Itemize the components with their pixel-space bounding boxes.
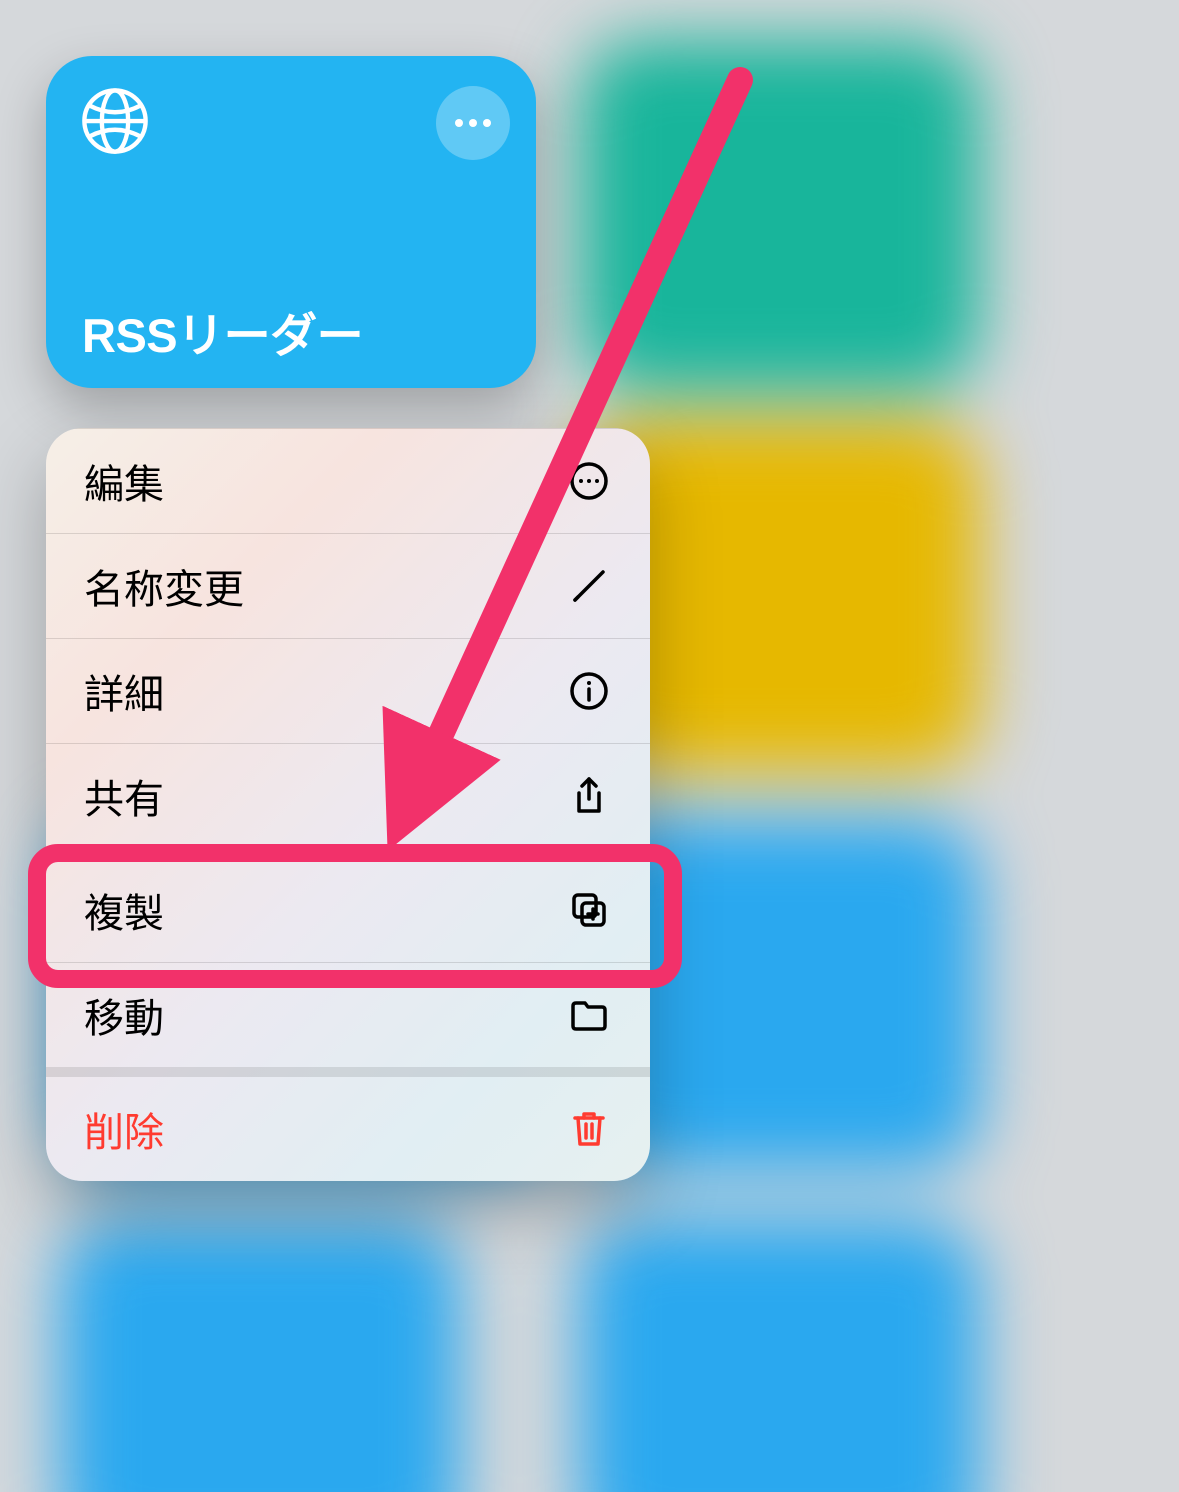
menu-item-move[interactable]: 移動 [46, 962, 650, 1067]
folder-icon [566, 992, 612, 1038]
menu-item-rename[interactable]: 名称変更 [46, 533, 650, 638]
globe-icon [80, 86, 150, 156]
menu-item-label: 編集 [84, 452, 566, 510]
pencil-icon [566, 563, 612, 609]
menu-item-delete[interactable]: 削除 [46, 1067, 650, 1181]
bg-tile [60, 1220, 460, 1492]
bg-tile [580, 40, 980, 390]
info-icon [566, 668, 612, 714]
menu-item-details[interactable]: 詳細 [46, 638, 650, 743]
menu-item-label: 移動 [84, 986, 566, 1044]
menu-item-label: 名称変更 [84, 557, 566, 615]
duplicate-icon [566, 887, 612, 933]
shortcut-title: RSSリーダー [82, 297, 506, 366]
menu-item-share[interactable]: 共有 [46, 743, 650, 848]
menu-item-duplicate[interactable]: 複製 [46, 848, 650, 962]
menu-item-label: 詳細 [84, 662, 566, 720]
menu-item-label: 複製 [84, 881, 566, 939]
context-menu: 編集 名称変更 詳細 共有 複製 移動 削除 [46, 428, 650, 1181]
shortcut-card[interactable]: RSSリーダー [46, 56, 536, 388]
trash-icon [566, 1106, 612, 1152]
share-icon [566, 773, 612, 819]
menu-item-label: 削除 [84, 1100, 566, 1158]
more-button[interactable] [436, 86, 510, 160]
ellipsis-circle-icon [566, 458, 612, 504]
bg-tile [580, 1220, 980, 1492]
menu-item-edit[interactable]: 編集 [46, 428, 650, 533]
menu-item-label: 共有 [84, 767, 566, 825]
